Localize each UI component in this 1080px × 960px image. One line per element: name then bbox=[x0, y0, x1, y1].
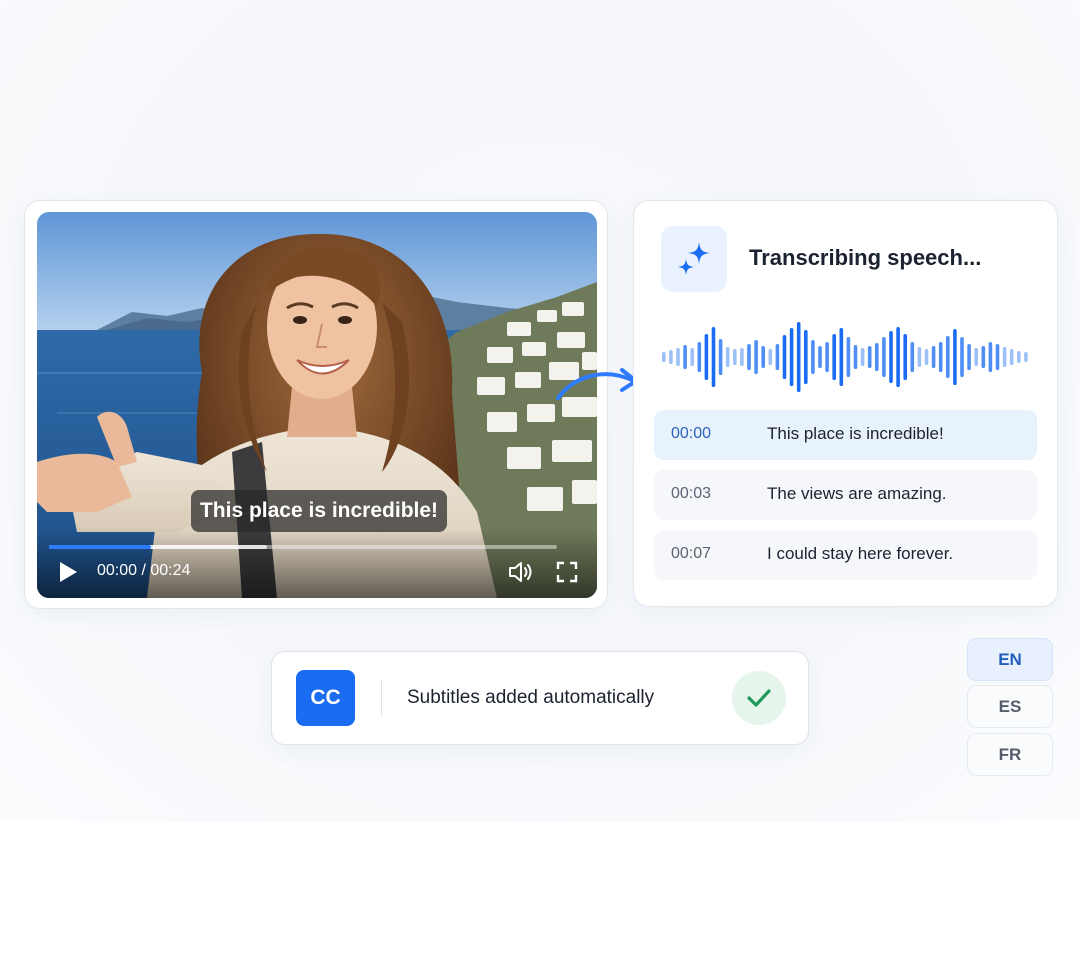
waveform-bar bbox=[669, 350, 673, 364]
waveform-bar bbox=[1024, 352, 1028, 362]
waveform-bar bbox=[704, 334, 709, 380]
row-timestamp: 00:03 bbox=[671, 485, 712, 502]
transcription-card: Transcribing speech... 00:00 This place … bbox=[633, 200, 1058, 607]
waveform-bar bbox=[981, 346, 986, 368]
cc-badge: CC bbox=[296, 670, 355, 726]
waveform-bar bbox=[1017, 351, 1021, 363]
transcript-row[interactable]: 00:00 This place is incredible! bbox=[654, 410, 1037, 460]
audio-waveform bbox=[662, 322, 1028, 392]
waveform-bar bbox=[924, 349, 929, 365]
volume-icon bbox=[509, 562, 532, 582]
waveform-bar bbox=[761, 346, 765, 368]
language-option-fr[interactable]: FR bbox=[967, 733, 1053, 776]
waveform-bar bbox=[967, 344, 971, 370]
waveform-bar bbox=[1009, 349, 1014, 365]
waveform-bar bbox=[725, 347, 730, 367]
fullscreen-button[interactable] bbox=[555, 560, 579, 584]
subtitles-status-banner: CC Subtitles added automatically bbox=[271, 651, 809, 745]
waveform-bar bbox=[860, 348, 865, 366]
language-option-en[interactable]: EN bbox=[967, 638, 1053, 681]
waveform-bar bbox=[903, 334, 907, 380]
waveform-bar bbox=[953, 329, 957, 385]
row-text: I could stay here forever. bbox=[767, 544, 954, 563]
waveform-bar bbox=[1002, 347, 1007, 367]
waveform-bar bbox=[882, 337, 886, 377]
video-player-card: This place is incredible! 00:00 / 00:24 bbox=[24, 200, 608, 609]
waveform-bar bbox=[818, 346, 822, 368]
waveform-bar bbox=[867, 346, 872, 368]
transcript-row[interactable]: 00:03 The views are amazing. bbox=[654, 470, 1037, 520]
waveform-bar bbox=[697, 342, 702, 372]
waveform-bar bbox=[910, 342, 915, 372]
waveform-bar bbox=[782, 335, 787, 379]
play-icon bbox=[60, 562, 77, 582]
waveform-bar bbox=[747, 344, 751, 370]
banner-message: Subtitles added automatically bbox=[407, 687, 655, 708]
waveform-bar bbox=[811, 340, 815, 374]
video-frame[interactable]: This place is incredible! 00:00 / 00:24 bbox=[37, 212, 597, 598]
waveform-bar bbox=[846, 337, 851, 377]
sparkle-icon bbox=[678, 242, 710, 275]
waveform-bar bbox=[718, 339, 723, 375]
waveform-bar bbox=[789, 328, 794, 386]
waveform-bar bbox=[875, 343, 879, 371]
waveform-bar bbox=[733, 349, 737, 365]
waveform-bar bbox=[754, 340, 758, 374]
waveform-bar bbox=[690, 348, 694, 366]
waveform-bar bbox=[988, 342, 993, 372]
waveform-bar bbox=[662, 352, 666, 362]
curved-arrow-icon bbox=[556, 368, 638, 400]
volume-button[interactable] bbox=[507, 559, 535, 585]
waveform-bar bbox=[832, 334, 836, 380]
waveform-bar bbox=[768, 349, 773, 365]
fullscreen-icon bbox=[556, 561, 578, 583]
waveform-bar bbox=[889, 331, 893, 383]
language-option-es[interactable]: ES bbox=[967, 685, 1053, 728]
play-button[interactable] bbox=[55, 558, 81, 586]
row-text: The views are amazing. bbox=[767, 484, 947, 503]
waveform-bar bbox=[974, 348, 978, 366]
waveform-bar bbox=[917, 347, 922, 367]
row-timestamp: 00:07 bbox=[671, 545, 712, 562]
waveform-bar bbox=[775, 344, 780, 370]
waveform-bar bbox=[946, 336, 950, 378]
time-readout: 00:00 / 00:24 bbox=[97, 562, 191, 579]
row-text: This place is incredible! bbox=[767, 424, 944, 443]
waveform-bar bbox=[853, 345, 858, 369]
progress-fill bbox=[49, 545, 151, 549]
waveform-bar bbox=[825, 342, 829, 372]
waveform-bar bbox=[676, 348, 680, 366]
waveform-bar bbox=[896, 327, 900, 387]
transcription-title: Transcribing speech... bbox=[749, 245, 982, 270]
waveform-bar bbox=[839, 328, 844, 386]
transcript-row[interactable]: 00:07 I could stay here forever. bbox=[654, 530, 1037, 580]
waveform-bar bbox=[960, 337, 964, 377]
subtitle-overlay: This place is incredible! bbox=[191, 490, 447, 532]
waveform-bar bbox=[711, 327, 716, 387]
sparkle-tile bbox=[661, 226, 727, 292]
check-icon bbox=[747, 689, 771, 707]
check-badge bbox=[732, 671, 786, 725]
waveform-bar bbox=[804, 330, 808, 384]
waveform-bar bbox=[995, 344, 1000, 370]
progress-bar[interactable] bbox=[49, 545, 557, 549]
waveform-bar bbox=[931, 346, 936, 368]
waveform-bar bbox=[938, 342, 943, 372]
row-timestamp: 00:00 bbox=[671, 425, 712, 442]
waveform-bar bbox=[740, 348, 744, 366]
divider bbox=[381, 680, 382, 716]
waveform-bar bbox=[683, 345, 687, 369]
waveform-bar bbox=[796, 322, 801, 392]
